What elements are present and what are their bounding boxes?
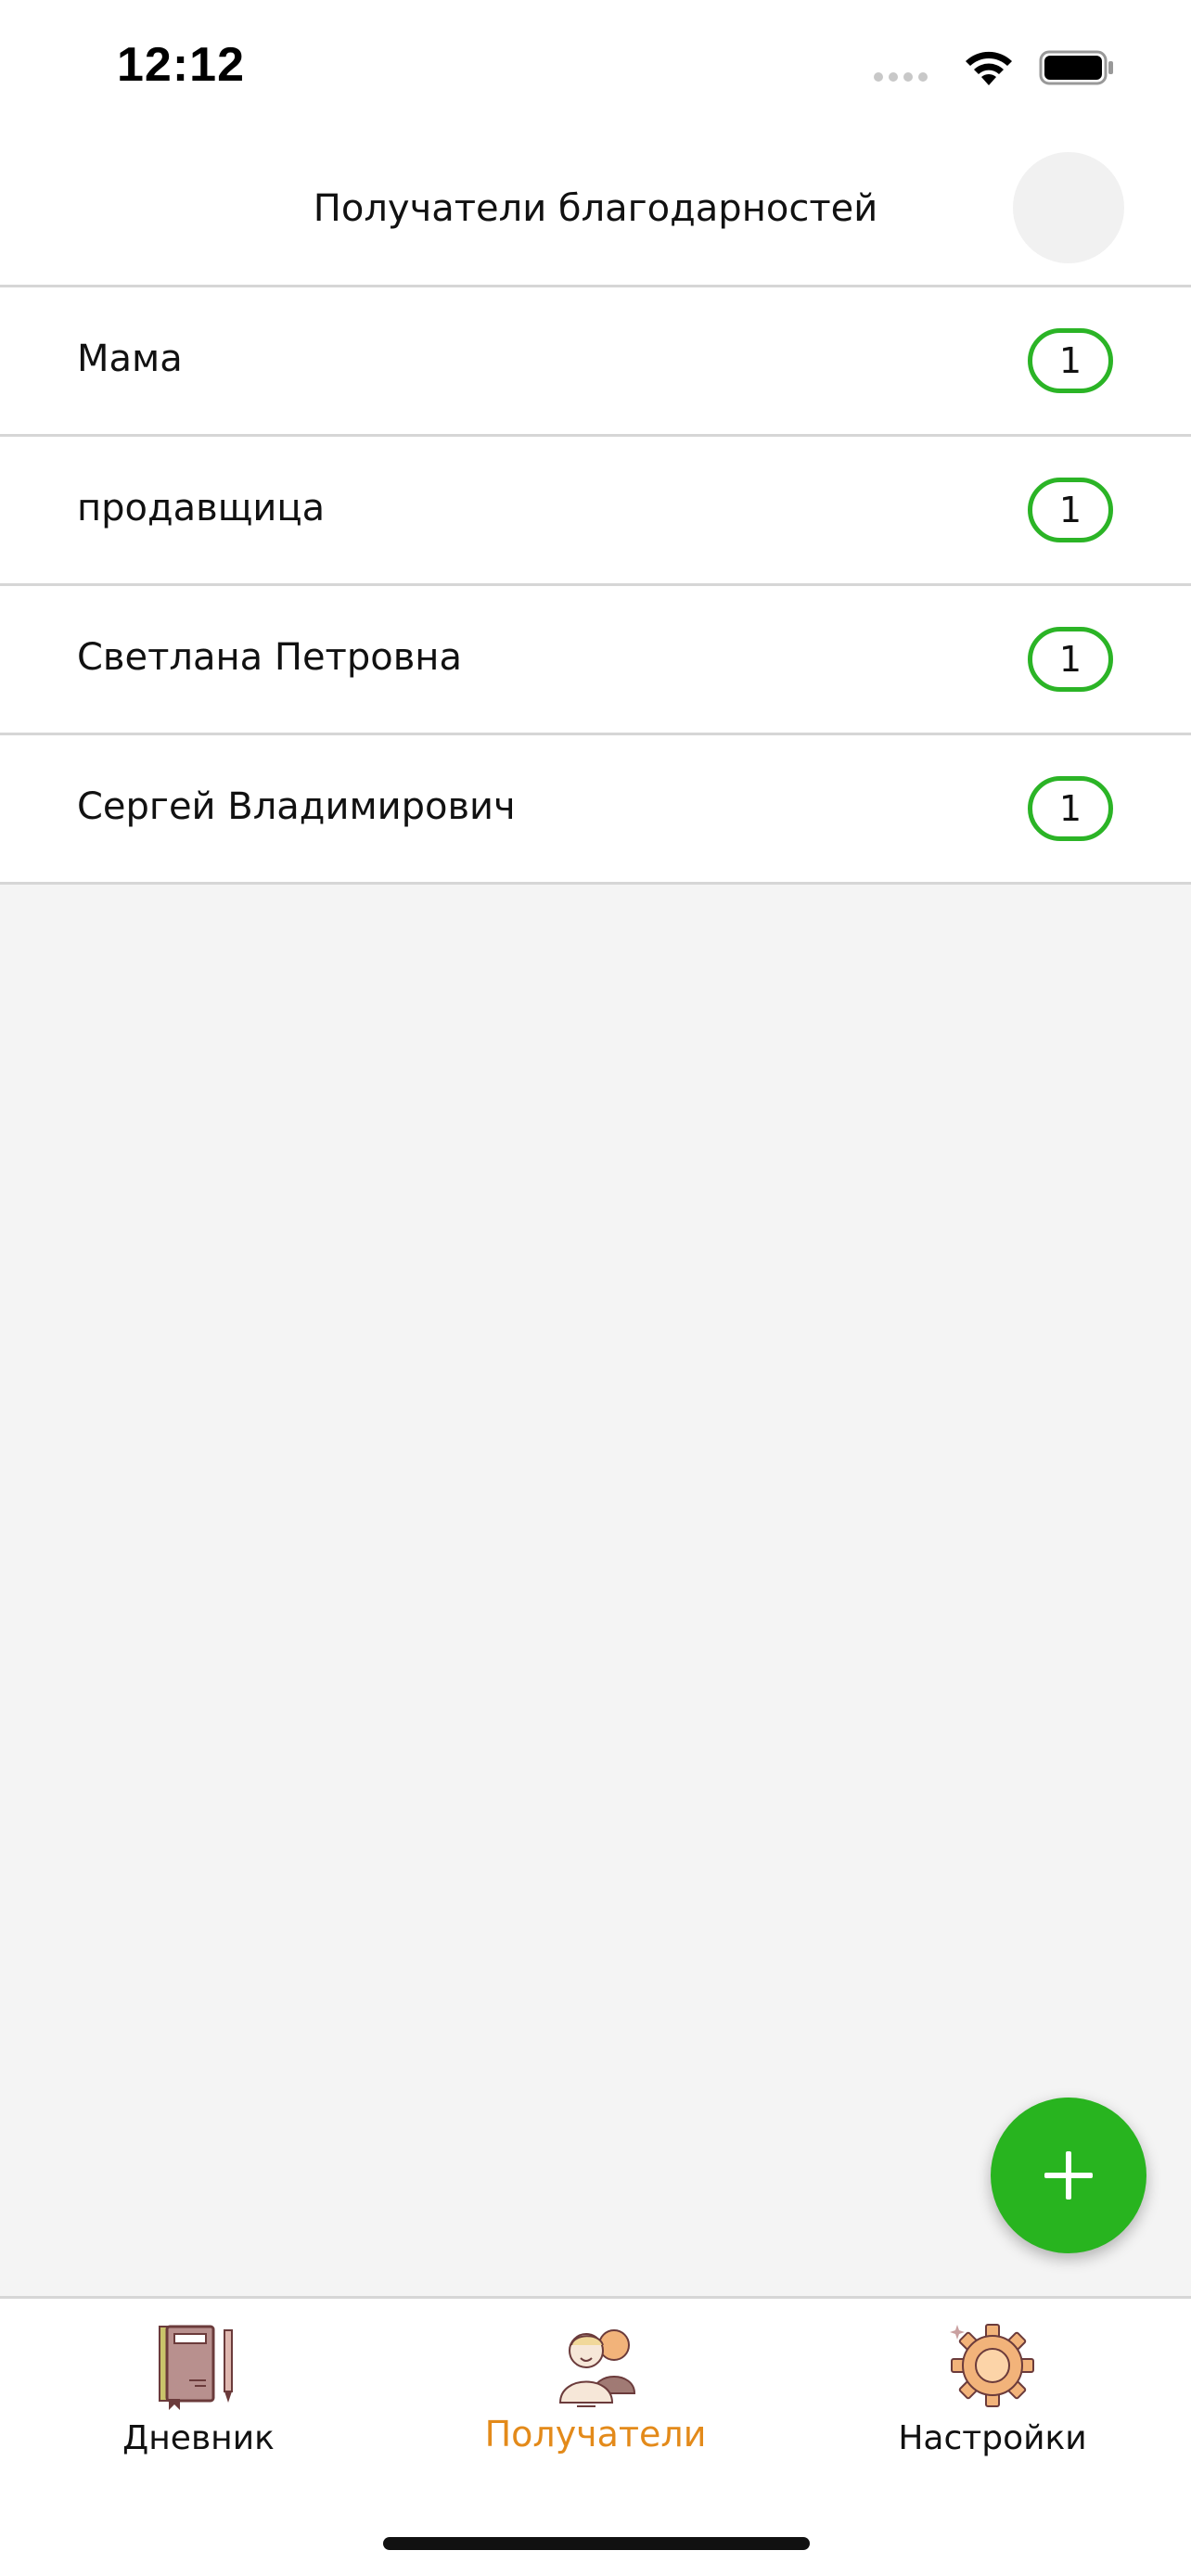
tab-diary[interactable]: Дневник [0, 2299, 397, 2503]
tab-bar: Дневник Получатели Настройки [0, 2296, 1191, 2576]
recipients-screen: 12:12 Получатели благодарностей Мама 1 п… [0, 0, 1191, 2576]
battery-icon [1039, 50, 1113, 85]
wifi-icon [966, 51, 1012, 85]
recipient-name: Мама [77, 338, 183, 380]
header: Получатели благодарностей [0, 139, 1191, 287]
list-item[interactable]: Сергей Владимирович 1 [0, 735, 1191, 885]
list-item[interactable]: Мама 1 [0, 287, 1191, 437]
status-icons [837, 46, 1115, 89]
plus-icon [1044, 2151, 1093, 2200]
recipients-icon [558, 2329, 636, 2407]
list-item[interactable]: продавщица 1 [0, 437, 1191, 586]
status-time: 12:12 [117, 38, 245, 92]
diary-icon [159, 2325, 233, 2410]
count-badge: 1 [1028, 328, 1113, 393]
status-bar: 12:12 [0, 0, 1191, 139]
gear-icon [950, 2324, 1034, 2407]
signal-icon [874, 72, 929, 82]
list-item[interactable]: Светлана Петровна 1 [0, 586, 1191, 735]
count-badge: 1 [1028, 776, 1113, 841]
recipients-list: Мама 1 продавщица 1 Светлана Петровна 1 … [0, 287, 1191, 885]
add-recipient-button[interactable] [991, 2098, 1146, 2253]
home-indicator[interactable] [383, 2537, 810, 2550]
avatar[interactable] [1013, 152, 1124, 263]
tab-settings[interactable]: Настройки [794, 2299, 1191, 2503]
tab-recipients[interactable]: Получатели [397, 2299, 794, 2503]
count-badge: 1 [1028, 627, 1113, 692]
tab-label: Дневник [122, 2419, 275, 2457]
recipient-name: Сергей Владимирович [77, 785, 516, 828]
tab-label: Получатели [484, 2414, 707, 2455]
recipient-name: продавщица [77, 487, 326, 529]
recipient-name: Светлана Петровна [77, 636, 462, 679]
tab-label: Настройки [898, 2419, 1087, 2457]
count-badge: 1 [1028, 478, 1113, 542]
